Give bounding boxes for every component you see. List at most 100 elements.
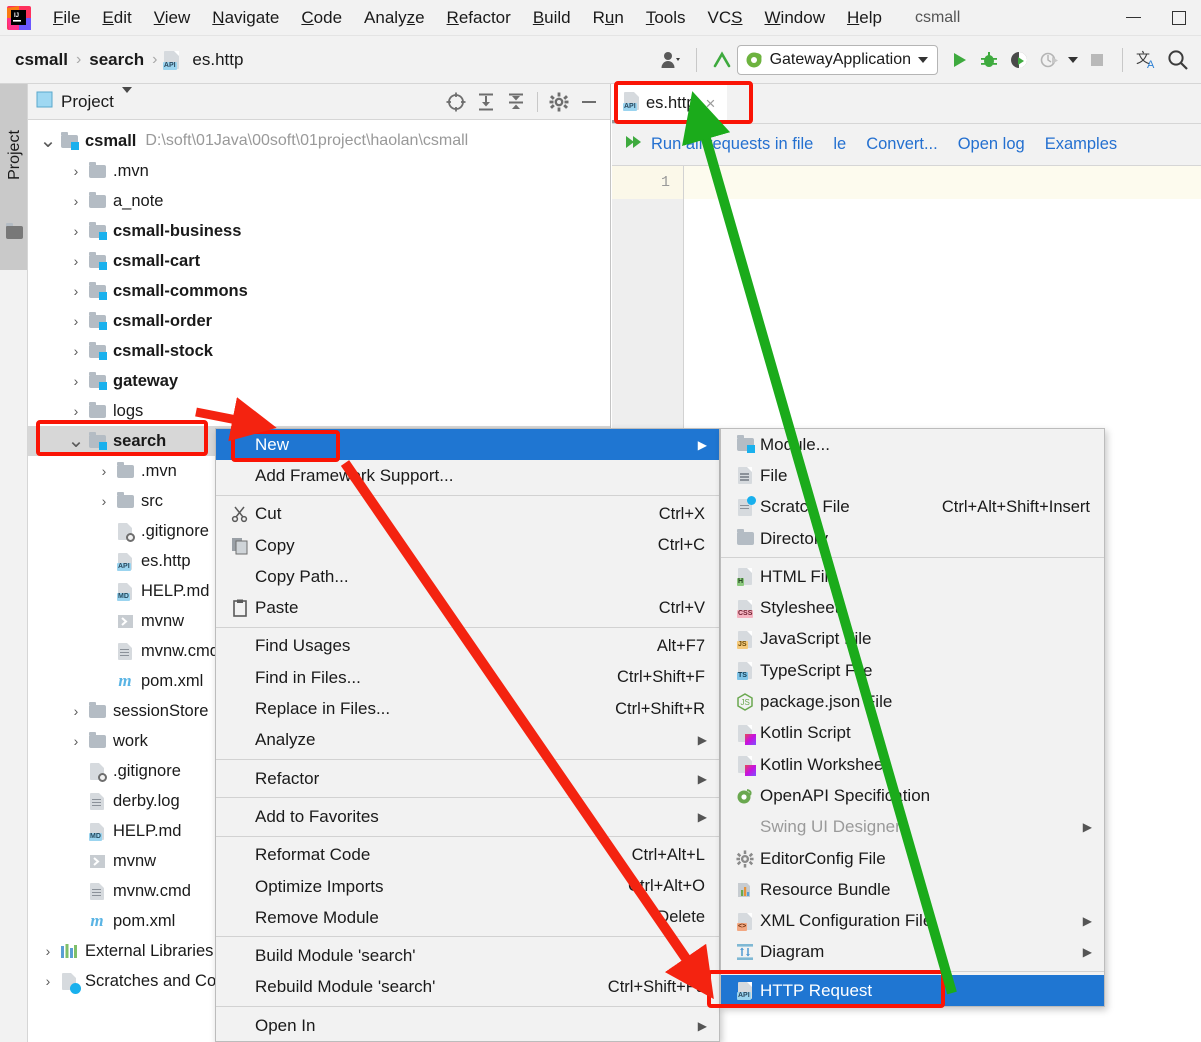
tree-expander-icon[interactable]: › — [66, 403, 86, 419]
menu-help[interactable]: Help — [836, 0, 893, 36]
http-toolbar-link-convert[interactable]: Convert... — [866, 135, 938, 154]
menu-item-reformat-code[interactable]: Reformat Code Ctrl+Alt+L — [216, 840, 719, 871]
breadcrumb-item-es-http[interactable]: es.http — [187, 50, 248, 70]
menu-item-openapi-specification[interactable]: OpenAPI Specification — [721, 780, 1104, 811]
menu-run[interactable]: Run — [582, 0, 635, 36]
menu-item-add-framework-support[interactable]: Add Framework Support... — [216, 460, 719, 491]
menu-window[interactable]: Window — [754, 0, 836, 36]
menu-item-stylesheet[interactable]: CSS Stylesheet — [721, 592, 1104, 623]
menu-item-module[interactable]: Module... — [721, 429, 1104, 460]
tree-expander-icon[interactable]: › — [66, 223, 86, 239]
menu-item-rebuild-module--search[interactable]: Rebuild Module 'search' Ctrl+Shift+F9 — [216, 972, 719, 1003]
menu-file[interactable]: File — [42, 0, 91, 36]
menu-item-scratch-file[interactable]: Scratch File Ctrl+Alt+Shift+Insert — [721, 492, 1104, 523]
collapse-all-icon[interactable] — [501, 87, 531, 117]
tree-node-csmall-commons[interactable]: › csmall-commons — [28, 276, 610, 306]
tree-expander-icon[interactable]: › — [66, 343, 86, 359]
chevron-down-icon[interactable] — [121, 86, 132, 111]
menu-item-new[interactable]: New ▶ — [216, 429, 719, 461]
tree-expander-icon[interactable]: ⌄ — [66, 431, 86, 451]
menu-item-html-file[interactable]: H HTML File — [721, 561, 1104, 592]
tree-expander-icon[interactable]: › — [38, 943, 58, 959]
menu-item-open-in[interactable]: Open In ▶ — [216, 1010, 719, 1041]
menu-item-swing-ui-designer[interactable]: Swing UI Designer ▶ — [721, 812, 1104, 843]
settings-gear-icon[interactable] — [544, 87, 574, 117]
menu-item-replace-in-files[interactable]: Replace in Files... Ctrl+Shift+R — [216, 693, 719, 724]
menu-item-optimize-imports[interactable]: Optimize Imports Ctrl+Alt+O — [216, 871, 719, 902]
stop-icon[interactable] — [1082, 45, 1112, 75]
close-icon[interactable]: × — [706, 94, 716, 114]
profile-icon[interactable] — [656, 45, 686, 75]
tool-window-button-project[interactable]: Project — [0, 84, 27, 270]
tree-node-csmall-business[interactable]: › csmall-business — [28, 216, 610, 246]
maximize-button[interactable] — [1156, 0, 1201, 36]
http-toolbar-link-examples[interactable]: Examples — [1045, 135, 1117, 154]
tree-expander-icon[interactable]: › — [38, 973, 58, 989]
menu-item-paste[interactable]: Paste Ctrl+V — [216, 592, 719, 623]
tree-node-csmall[interactable]: ⌄ csmall D:\soft\01Java\00soft\01project\h… — [28, 126, 610, 156]
menu-tools[interactable]: Tools — [635, 0, 697, 36]
menu-item-file[interactable]: File — [721, 460, 1104, 491]
menu-item-kotlin-script[interactable]: Kotlin Script — [721, 718, 1104, 749]
menu-navigate[interactable]: Navigate — [201, 0, 290, 36]
tree-expander-icon[interactable]: › — [66, 193, 86, 209]
menu-analyze[interactable]: Analyze — [353, 0, 436, 36]
menu-item-typescript-file[interactable]: TS TypeScript File — [721, 655, 1104, 686]
menu-item-http-request[interactable]: API HTTP Request — [721, 975, 1104, 1007]
debug-icon[interactable] — [974, 45, 1004, 75]
tree-node-a-note[interactable]: › a_note — [28, 186, 610, 216]
menu-code[interactable]: Code — [290, 0, 353, 36]
http-toolbar-link-le[interactable]: le — [833, 135, 846, 154]
profiler-dropdown-icon[interactable] — [1064, 45, 1082, 75]
menu-item-build-module--search[interactable]: Build Module 'search' — [216, 940, 719, 971]
menu-item-find-usages[interactable]: Find Usages Alt+F7 — [216, 631, 719, 662]
tree-node--mvn[interactable]: › .mvn — [28, 156, 610, 186]
tree-expander-icon[interactable]: › — [66, 733, 86, 749]
menu-item-find-in-files[interactable]: Find in Files... Ctrl+Shift+F — [216, 662, 719, 693]
breadcrumb-item-search[interactable]: search — [84, 50, 149, 70]
menu-edit[interactable]: Edit — [91, 0, 142, 36]
tree-expander-icon[interactable]: › — [66, 163, 86, 179]
tree-expander-icon[interactable]: › — [66, 373, 86, 389]
menu-item-refactor[interactable]: Refactor ▶ — [216, 763, 719, 794]
menu-item-cut[interactable]: Cut Ctrl+X — [216, 499, 719, 530]
tree-expander-icon[interactable]: › — [94, 463, 114, 479]
search-everywhere-icon[interactable] — [1163, 45, 1193, 75]
update-project-icon[interactable] — [707, 45, 737, 75]
tree-expander-icon[interactable]: › — [94, 493, 114, 509]
menu-item-analyze[interactable]: Analyze ▶ — [216, 725, 719, 756]
menu-item-remove-module[interactable]: Remove Module Delete — [216, 902, 719, 933]
tree-expander-icon[interactable]: › — [66, 283, 86, 299]
tree-node-csmall-stock[interactable]: › csmall-stock — [28, 336, 610, 366]
run-configuration-selector[interactable]: GatewayApplication — [736, 44, 938, 75]
menu-build[interactable]: Build — [522, 0, 582, 36]
hide-icon[interactable] — [574, 87, 604, 117]
menu-vcs[interactable]: VCS — [697, 0, 754, 36]
menu-item-editorconfig-file[interactable]: EditorConfig File — [721, 843, 1104, 874]
tree-node-csmall-order[interactable]: › csmall-order — [28, 306, 610, 336]
translate-icon[interactable]: 文 A — [1133, 45, 1163, 75]
tree-expander-icon[interactable]: › — [66, 313, 86, 329]
tree-node-gateway[interactable]: › gateway — [28, 366, 610, 396]
http-toolbar-link-open-log[interactable]: Open log — [958, 135, 1025, 154]
locate-icon[interactable] — [441, 87, 471, 117]
breadcrumb-item-csmall[interactable]: csmall — [10, 50, 73, 70]
run-icon[interactable] — [944, 45, 974, 75]
tree-node-csmall-cart[interactable]: › csmall-cart — [28, 246, 610, 276]
tree-expander-icon[interactable]: › — [66, 703, 86, 719]
menu-item-kotlin-worksheet[interactable]: Kotlin Worksheet — [721, 749, 1104, 780]
menu-item-resource-bundle[interactable]: Resource Bundle — [721, 874, 1104, 905]
menu-item-xml-configuration-file[interactable]: <> XML Configuration File ▶ — [721, 905, 1104, 936]
tab-es-http[interactable]: API es.http × — [612, 84, 728, 123]
run-all-requests-action[interactable]: Run all requests in file — [624, 134, 813, 155]
menu-item-copy-path[interactable]: Copy Path... — [216, 561, 719, 592]
menu-item-copy[interactable]: Copy Ctrl+C — [216, 530, 719, 561]
menu-item-javascript-file[interactable]: JS JavaScript File — [721, 624, 1104, 655]
run-with-coverage-icon[interactable] — [1004, 45, 1034, 75]
context-menu[interactable]: New ▶ Add Framework Support... Cut Ctrl+X Cop… — [215, 428, 720, 1042]
expand-all-icon[interactable] — [471, 87, 501, 117]
minimize-button[interactable] — [1111, 0, 1156, 36]
menu-item-diagram[interactable]: Diagram ▶ — [721, 937, 1104, 968]
profiler-icon[interactable] — [1034, 45, 1064, 75]
menu-view[interactable]: View — [143, 0, 202, 36]
